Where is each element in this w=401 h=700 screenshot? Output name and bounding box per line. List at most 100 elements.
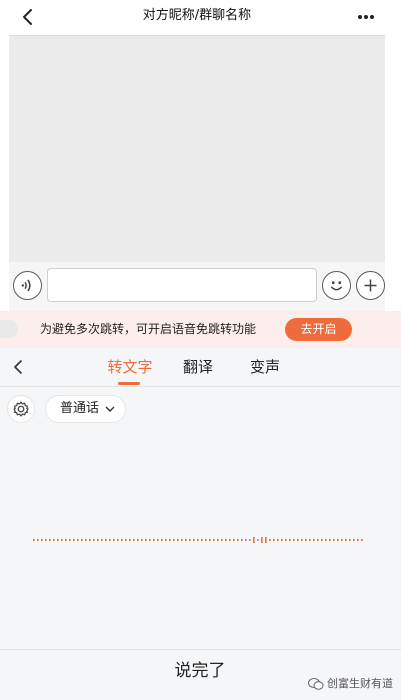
settings-button[interactable] [7,395,35,423]
smiley-icon [330,281,343,291]
chat-title: 对方昵称/群聊名称 [142,8,252,23]
audio-waveform [33,537,363,543]
active-tab-indicator [118,382,140,385]
voice-input-button[interactable] [13,271,42,300]
waveform-bar [269,539,271,541]
waveform-bar [129,539,131,541]
waveform-bar [333,539,335,541]
waveform-bar [157,539,159,541]
waveform-bar [277,539,279,541]
waveform-bar [253,537,255,543]
chat-input-bar [9,262,385,311]
waveform-bar [77,539,79,541]
banner-close-button[interactable] [0,320,18,338]
chevron-left-icon[interactable] [17,6,39,28]
chevron-down-icon [105,406,115,412]
banner-text: 为避免多次跳转，可开启语音免跳转功能 [40,322,257,336]
waveform-bar [81,539,83,541]
waveform-bar [137,539,139,541]
tab-bar: 转文字 翻译 变声 [0,348,401,387]
back-arrow-icon[interactable] [8,357,28,377]
language-label: 普通话 [60,401,100,416]
gear-icon [13,401,29,417]
waveform-bar [273,539,275,541]
waveform-bar [181,539,183,541]
enable-button[interactable]: 去开启 [285,318,352,341]
more-dots-icon[interactable] [355,6,377,28]
waveform-bar [353,539,355,541]
waveform-bar [149,539,151,541]
waveform-bar [141,539,143,541]
waveform-bar [33,539,35,541]
waveform-bar [305,539,307,541]
waveform-bar [37,539,39,541]
waveform-bar [193,539,195,541]
waveform-bar [345,539,347,541]
divider [0,649,401,650]
chat-window: 对方昵称/群聊名称 [9,0,385,311]
language-select[interactable]: 普通话 [45,395,126,423]
waveform-bar [165,539,167,541]
waveform-bar [357,539,359,541]
plus-button[interactable] [356,271,385,300]
voice-tip-banner: 为避免多次跳转，可开启语音免跳转功能 去开启 [0,311,401,348]
waveform-bar [89,539,91,541]
waveform-bar [109,539,111,541]
waveform-bar [161,539,163,541]
waveform-bar [145,539,147,541]
waveform-bar [341,539,343,541]
watermark-text: 创富生财有道 [327,677,393,690]
waveform-bar [281,539,283,541]
waveform-bar [317,539,319,541]
watermark: 创富生财有道 [308,674,393,694]
waveform-bar [69,539,71,541]
waveform-bar [53,539,55,541]
waveform-bar [321,539,323,541]
waveform-bar [309,539,311,541]
waveform-bar [325,539,327,541]
waveform-bar [201,539,203,541]
waveform-bar [293,539,295,541]
waveform-bar [241,539,243,541]
waveform-bar [229,539,231,541]
waveform-bar [257,539,259,541]
voice-panel: 转文字 翻译 变声 普通话 说完了 [0,348,401,700]
waveform-bar [349,539,351,541]
waveform-bar [61,539,63,541]
waveform-bar [97,539,99,541]
waveform-bar [57,539,59,541]
done-speaking-button[interactable]: 说完了 [150,656,250,686]
waveform-bar [245,539,247,541]
waveform-bar [133,539,135,541]
waveform-bar [209,539,211,541]
waveform-bar [313,539,315,541]
waveform-bar [49,539,51,541]
waveform-bar [237,539,239,541]
waveform-bar [85,539,87,541]
waveform-bar [73,539,75,541]
waveform-bar [261,537,263,543]
waveform-bar [197,539,199,541]
tab-voice-change[interactable]: 变声 [243,348,287,387]
wechat-logo-icon [308,678,324,690]
message-input[interactable] [47,268,317,302]
voice-wave-icon [21,279,31,292]
waveform-bar [213,539,215,541]
waveform-bar [233,539,235,541]
emoji-button[interactable] [322,271,351,300]
waveform-bar [301,539,303,541]
waveform-bar [297,539,299,541]
tab-translate[interactable]: 翻译 [176,348,220,387]
waveform-bar [185,539,187,541]
waveform-bar [121,539,123,541]
waveform-bar [225,539,227,541]
waveform-bar [93,539,95,541]
waveform-bar [101,539,103,541]
waveform-bar [113,539,115,541]
waveform-bar [177,539,179,541]
waveform-bar [153,539,155,541]
waveform-bar [285,539,287,541]
waveform-bar [173,539,175,541]
waveform-bar [41,539,43,541]
waveform-bar [289,539,291,541]
